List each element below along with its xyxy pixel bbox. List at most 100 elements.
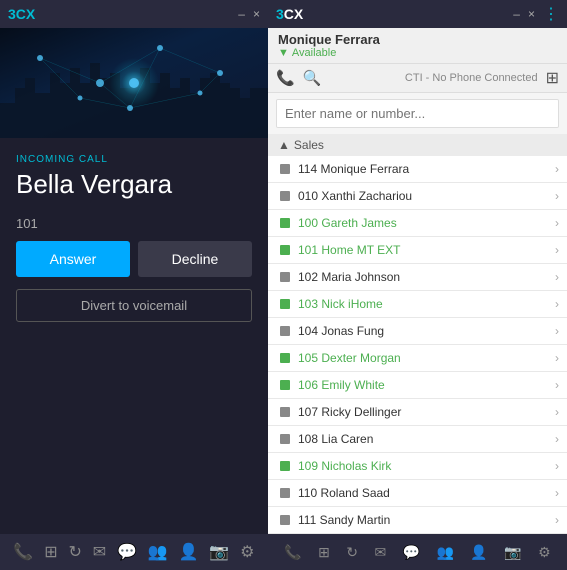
- left-logo: 3CX: [8, 6, 35, 22]
- call-buttons-group: Answer Decline: [0, 241, 268, 289]
- caller-name: Bella Vergara: [0, 169, 268, 216]
- contact-item-roland[interactable]: 110 Roland Saad ›: [268, 480, 567, 507]
- status-indicator: [280, 272, 290, 282]
- left-bottom-bar: 📞 ⊞ ↻ ✉ 💬 👥 👤 📷 ⚙: [0, 534, 268, 570]
- contact-name: 105 Dexter Morgan: [298, 351, 555, 365]
- chevron-right-icon: ›: [555, 432, 559, 446]
- group-label: Sales: [294, 138, 324, 152]
- contact-name: 108 Lia Caren: [298, 432, 555, 446]
- search-input[interactable]: [277, 100, 558, 127]
- right-settings-icon[interactable]: ⚙: [538, 544, 551, 561]
- dialpad-icon[interactable]: ⊞: [44, 542, 57, 562]
- contact-item-nicholas[interactable]: 109 Nicholas Kirk ›: [268, 453, 567, 480]
- contact-item-ricky[interactable]: 107 Ricky Dellinger ›: [268, 399, 567, 426]
- user-status-bar: Monique Ferrara ▼ Available: [268, 28, 567, 64]
- contact-name: 102 Maria Johnson: [298, 270, 555, 284]
- right-chat-icon[interactable]: 💬: [403, 544, 420, 561]
- contact-item-dexter[interactable]: 105 Dexter Morgan ›: [268, 345, 567, 372]
- status-indicator: [280, 515, 290, 525]
- right-title-controls: – × ⋮: [513, 4, 559, 24]
- contact-item-monique[interactable]: 114 Monique Ferrara ›: [268, 156, 567, 183]
- chevron-right-icon: ›: [555, 297, 559, 311]
- chevron-right-icon: ›: [555, 216, 559, 230]
- video-icon[interactable]: 📷: [209, 542, 229, 562]
- status-indicator: [280, 326, 290, 336]
- cti-status-label: CTI - No Phone Connected: [405, 72, 538, 84]
- right-refresh-icon[interactable]: ↻: [346, 544, 358, 561]
- person-icon[interactable]: 👤: [179, 542, 199, 562]
- group-header-sales: ▲ Sales: [268, 134, 567, 156]
- right-bottom-bar: 📞 ⊞ ↻ ✉ 💬 👥 👤 📷 ⚙: [268, 534, 567, 570]
- incoming-call-label: INCOMING CALL: [0, 138, 268, 169]
- contacts-icon[interactable]: 👥: [148, 542, 168, 562]
- chevron-right-icon: ›: [555, 405, 559, 419]
- search-box[interactable]: [276, 99, 559, 128]
- more-options-icon[interactable]: ⋮: [543, 4, 559, 24]
- contacts-list: ▲ Sales 114 Monique Ferrara › 010 Xanthi…: [268, 134, 567, 534]
- chevron-right-icon: ›: [555, 324, 559, 338]
- search-action-icon[interactable]: 🔍: [303, 69, 322, 87]
- user-info: Monique Ferrara ▼ Available: [278, 32, 557, 59]
- call-number: 101: [0, 216, 268, 241]
- status-indicator: [280, 434, 290, 444]
- right-contacts-icon[interactable]: 👥: [436, 544, 453, 561]
- contact-name: 104 Jonas Fung: [298, 324, 555, 338]
- right-panel: 3CX – × ⋮ Monique Ferrara ▼ Available 📞 …: [268, 0, 567, 570]
- right-mail-icon[interactable]: ✉: [374, 544, 386, 561]
- status-arrow-icon: ▼: [278, 47, 289, 59]
- actions-bar: 📞 🔍 CTI - No Phone Connected ⊞: [268, 64, 567, 93]
- mail-icon[interactable]: ✉: [93, 542, 106, 562]
- contact-item-gareth[interactable]: 100 Gareth James ›: [268, 210, 567, 237]
- phone-action-icon[interactable]: 📞: [276, 69, 295, 87]
- contact-item-nick[interactable]: 103 Nick iHome ›: [268, 291, 567, 318]
- right-person-icon[interactable]: 👤: [470, 544, 487, 561]
- chat-icon[interactable]: 💬: [117, 542, 137, 562]
- decline-button[interactable]: Decline: [138, 241, 252, 277]
- status-indicator: [280, 380, 290, 390]
- voicemail-button[interactable]: Divert to voicemail: [16, 289, 252, 322]
- right-close-button[interactable]: ×: [528, 7, 535, 21]
- answer-button[interactable]: Answer: [16, 241, 130, 277]
- right-video-icon[interactable]: 📷: [504, 544, 521, 561]
- right-minimize-button[interactable]: –: [513, 7, 520, 21]
- hero-banner: [0, 28, 268, 138]
- status-indicator: [280, 191, 290, 201]
- contact-name: 107 Ricky Dellinger: [298, 405, 555, 419]
- contact-name: 101 Home MT EXT: [298, 243, 555, 257]
- right-phone-icon[interactable]: 📞: [284, 544, 301, 561]
- contact-name: 109 Nicholas Kirk: [298, 459, 555, 473]
- right-dialpad-icon[interactable]: ⊞: [318, 544, 330, 561]
- settings-icon[interactable]: ⚙: [240, 542, 254, 562]
- status-indicator: [280, 245, 290, 255]
- contact-name: 111 Sandy Martin: [298, 513, 555, 527]
- contact-name: 010 Xanthi Zachariou: [298, 189, 555, 203]
- status-indicator: [280, 407, 290, 417]
- left-title-controls: – ×: [238, 7, 260, 21]
- chevron-right-icon: ›: [555, 189, 559, 203]
- chevron-right-icon: ›: [555, 270, 559, 284]
- contact-name: 110 Roland Saad: [298, 486, 555, 500]
- close-button[interactable]: ×: [253, 7, 260, 21]
- right-titlebar: 3CX – × ⋮: [268, 0, 567, 28]
- contact-item-sandy[interactable]: 111 Sandy Martin ›: [268, 507, 567, 534]
- left-titlebar: 3CX – ×: [0, 0, 268, 28]
- contact-item-emily[interactable]: 106 Emily White ›: [268, 372, 567, 399]
- group-collapse-icon[interactable]: ▲: [278, 138, 290, 152]
- contact-item-lia[interactable]: 108 Lia Caren ›: [268, 426, 567, 453]
- contact-item-home-ext[interactable]: 101 Home MT EXT ›: [268, 237, 567, 264]
- refresh-icon[interactable]: ↻: [68, 542, 81, 562]
- phone-icon[interactable]: 📞: [13, 542, 33, 562]
- user-status-label: ▼ Available: [278, 47, 557, 59]
- chevron-right-icon: ›: [555, 378, 559, 392]
- status-indicator: [280, 461, 290, 471]
- chevron-right-icon: ›: [555, 162, 559, 176]
- contact-item-xanthi[interactable]: 010 Xanthi Zachariou ›: [268, 183, 567, 210]
- user-display-name: Monique Ferrara: [278, 32, 557, 47]
- minimize-button[interactable]: –: [238, 7, 245, 21]
- contact-item-jonas[interactable]: 104 Jonas Fung ›: [268, 318, 567, 345]
- grid-view-icon[interactable]: ⊞: [546, 68, 559, 88]
- chevron-right-icon: ›: [555, 243, 559, 257]
- chevron-right-icon: ›: [555, 486, 559, 500]
- contact-item-maria[interactable]: 102 Maria Johnson ›: [268, 264, 567, 291]
- contact-name: 114 Monique Ferrara: [298, 162, 555, 176]
